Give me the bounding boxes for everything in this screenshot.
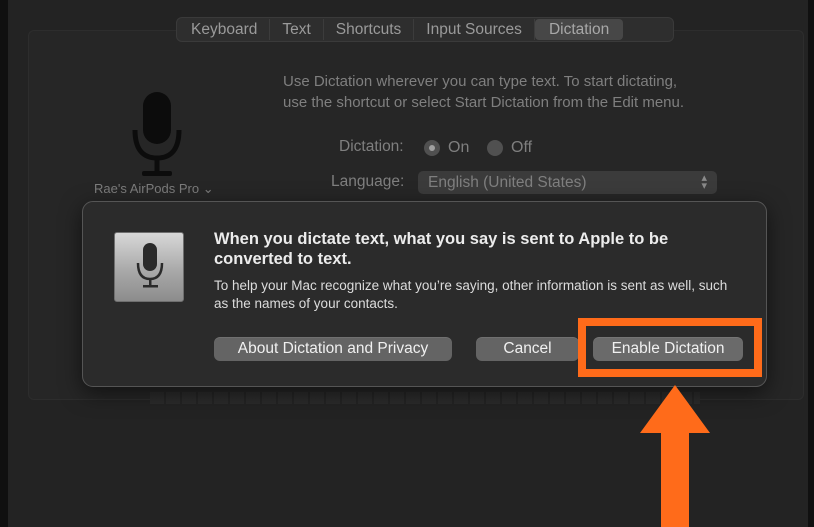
annotation-highlight-box: [578, 318, 762, 377]
dictation-app-icon: [114, 232, 184, 302]
about-dictation-privacy-button[interactable]: About Dictation and Privacy: [214, 337, 452, 361]
radio-on-indicator: [424, 140, 440, 156]
description-line-2: use the shortcut or select Start Dictati…: [283, 94, 685, 111]
dictation-on-radio[interactable]: On: [424, 139, 469, 157]
dialog-microphone-icon: [136, 243, 164, 288]
tab-keyboard[interactable]: Keyboard: [179, 19, 271, 40]
dialog-title: When you dictate text, what you say is s…: [214, 230, 669, 268]
radio-off-label: Off: [511, 139, 533, 156]
tab-input-sources[interactable]: Input Sources: [414, 19, 535, 40]
obscured-background-row: [150, 392, 700, 404]
tab-dictation[interactable]: Dictation: [534, 19, 624, 40]
input-device-popup[interactable]: Rae's AirPods Pro ⌄: [94, 181, 214, 197]
dialog-message: To help your Mac recognize what you’re s…: [214, 278, 728, 311]
language-label: Language:: [331, 173, 405, 190]
tab-shortcuts[interactable]: Shortcuts: [324, 19, 415, 40]
radio-off-indicator: [487, 140, 503, 156]
window-edge-right: [808, 0, 814, 527]
keyboard-tab-bar: Keyboard Text Shortcuts Input Sources Di…: [176, 17, 674, 42]
window-edge-left: [0, 0, 8, 527]
tab-text[interactable]: Text: [270, 19, 324, 40]
radio-on-label: On: [448, 139, 470, 156]
dictation-label: Dictation:: [339, 138, 404, 155]
microphone-icon: [132, 92, 182, 176]
cancel-button[interactable]: Cancel: [476, 337, 579, 361]
arrow-up-icon: [640, 385, 710, 527]
system-preferences-window: Keyboard Text Shortcuts Input Sources Di…: [0, 0, 814, 527]
language-select[interactable]: English (United States) ▴ ▾: [418, 171, 717, 194]
description-line-1: Use Dictation wherever you can type text…: [283, 73, 678, 90]
language-value: English (United States): [428, 173, 587, 191]
dictation-description: Use Dictation wherever you can type text…: [283, 71, 783, 113]
popup-chevron-icon: ▴ ▾: [701, 172, 707, 192]
dictation-off-radio[interactable]: Off: [487, 139, 532, 157]
